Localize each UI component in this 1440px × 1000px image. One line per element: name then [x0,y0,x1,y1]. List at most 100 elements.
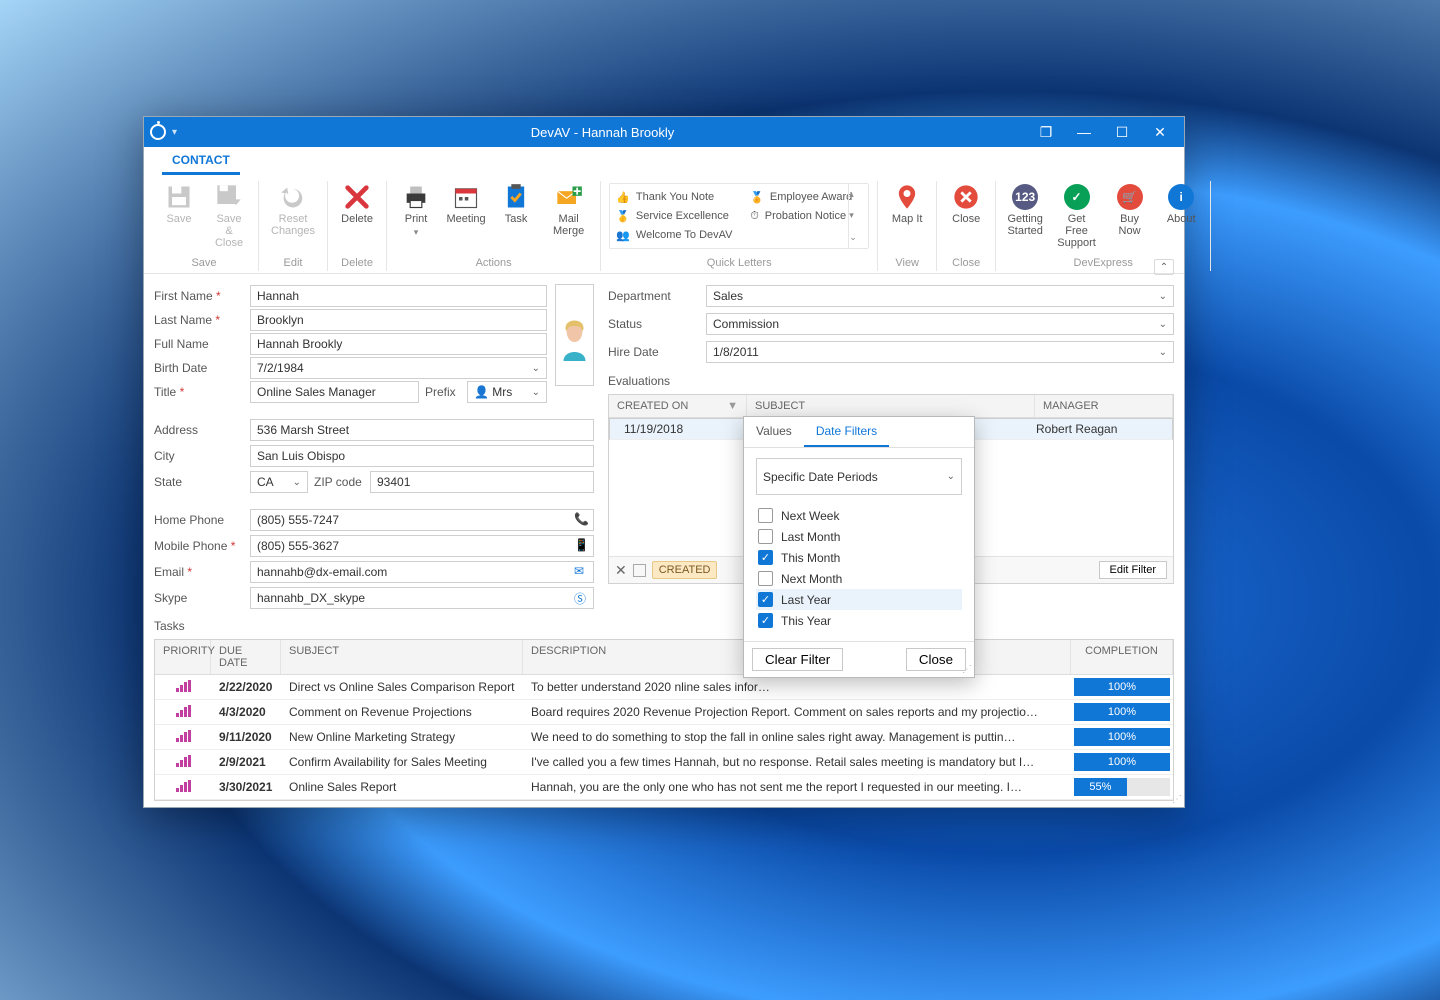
filter-toggle-checkbox[interactable] [633,564,646,577]
date-period-option[interactable]: ✓Last Year [756,589,962,610]
tab-date-filters[interactable]: Date Filters [804,417,889,447]
restore-down-dup-icon[interactable]: ❐ [1028,120,1064,144]
date-period-select[interactable]: Specific Date Periods⌄ [756,458,962,495]
close-popup-button[interactable]: Close [906,648,966,671]
mail-icon: ✉ [574,564,590,580]
zip-field[interactable] [370,471,594,493]
collapse-ribbon-button[interactable]: ⌃ [1154,259,1174,275]
col-priority[interactable]: PRIORITY [155,640,211,674]
resize-grip-icon[interactable]: ⋰ [1172,794,1182,805]
getting-started-button[interactable]: 123Getting Started [1002,181,1048,255]
reset-changes-button[interactable]: Reset Changes [265,181,321,255]
quick-letter-item[interactable]: 👥Welcome To DevAV [616,229,734,242]
getting-started-icon: 123 [1012,184,1038,210]
checkbox-icon [758,571,773,586]
checkbox-icon [758,529,773,544]
address-field[interactable] [250,419,594,441]
last-name-field[interactable] [250,309,547,331]
date-period-option[interactable]: Last Month [756,526,962,547]
home-phone-field[interactable] [250,509,594,531]
title-field[interactable] [250,381,419,403]
quick-letter-item[interactable]: 🥇Service Excellence [616,210,734,223]
meeting-button[interactable]: Meeting [443,181,489,255]
tab-values[interactable]: Values [744,417,804,447]
task-row[interactable]: 9/11/2020New Online Marketing StrategyWe… [155,725,1173,750]
save-button[interactable]: Save [156,181,202,255]
qat-customize-icon[interactable]: ▾ [172,127,177,138]
buy-now-button[interactable]: 🛒Buy Now [1105,181,1154,255]
print-button[interactable]: Print ▾ [393,181,439,255]
free-support-button[interactable]: ✓Get Free Support [1052,181,1101,255]
priority-bars-icon [176,705,191,717]
status-select[interactable]: Commission⌄ [706,313,1174,335]
task-button[interactable]: Task [493,181,539,255]
edit-filter-button[interactable]: Edit Filter [1099,561,1167,579]
city-field[interactable] [250,445,594,467]
filter-icon[interactable]: ▼ [727,400,738,412]
mobile-phone-field[interactable] [250,535,594,557]
quick-letters-gallery[interactable]: 👍Thank You Note 🏅Employee Award 🥇Service… [609,183,869,249]
award-icon: 🏅 [750,191,764,204]
skype-icon: Ⓢ [574,590,590,606]
full-name-field[interactable] [250,333,547,355]
clear-filter-icon[interactable]: ✕ [615,562,627,579]
minimize-button[interactable]: — [1066,120,1102,144]
completion-bar: 55% [1074,778,1127,796]
quick-letter-item[interactable]: 👍Thank You Note [616,191,734,204]
close-record-button[interactable]: Close [943,181,989,255]
task-row[interactable]: 2/9/2021Confirm Availability for Sales M… [155,750,1173,775]
col-created-on[interactable]: CREATED ON▼ [609,395,747,417]
col-due-date[interactable]: DUE DATE [211,640,281,674]
completion-bar: 100% [1074,728,1170,746]
close-circle-icon [952,183,980,211]
support-icon: ✓ [1064,184,1090,210]
skype-field[interactable] [250,587,594,609]
resize-grip-icon[interactable]: ⋰ [962,664,972,675]
task-row[interactable]: 2/22/2020Direct vs Online Sales Comparis… [155,675,1173,700]
chevron-down-icon: ⌄ [1159,291,1167,302]
completion-bar: 100% [1074,678,1170,696]
cart-icon: 🛒 [1117,184,1143,210]
email-field[interactable] [250,561,594,583]
date-period-option[interactable]: Next Month [756,568,962,589]
gallery-scroller[interactable]: ▴▾⌄ [848,184,868,248]
date-period-option[interactable]: ✓This Month [756,547,962,568]
first-name-field[interactable] [250,285,547,307]
priority-bars-icon [176,755,191,767]
mapit-button[interactable]: Map It [884,181,930,255]
state-select[interactable]: CA⌄ [250,471,308,493]
maximize-button[interactable]: ☐ [1104,120,1140,144]
delete-button[interactable]: Delete [334,181,380,255]
date-period-option[interactable]: ✓This Year [756,610,962,631]
prefix-select[interactable]: 👤 Mrs⌄ [467,381,547,403]
phone-icon: 📞 [574,512,590,528]
completion-bar: 100% [1074,753,1170,771]
contact-photo[interactable] [555,284,594,386]
col-task-subject[interactable]: SUBJECT [281,640,523,674]
mail-merge-button[interactable]: Mail Merge [543,181,594,255]
clear-filter-button[interactable]: Clear Filter [752,648,843,671]
chevron-down-icon: ⌄ [1159,319,1167,330]
chevron-down-icon: ⌄ [293,477,301,488]
birth-date-select[interactable]: 7/2/1984⌄ [250,357,547,379]
tasks-heading: Tasks [154,613,594,635]
col-completion[interactable]: COMPLETION [1071,640,1173,674]
save-close-button[interactable]: Save & Close [206,181,252,255]
col-subject[interactable]: SUBJECT [747,395,1035,417]
task-row[interactable]: 4/3/2020Comment on Revenue ProjectionsBo… [155,700,1173,725]
about-button[interactable]: iAbout [1158,181,1204,255]
checkbox-icon: ✓ [758,550,773,565]
alert-icon: ⏱ [750,210,759,223]
task-row[interactable]: 3/30/2021Online Sales ReportHannah, you … [155,775,1173,800]
col-manager[interactable]: MANAGER [1035,395,1173,417]
app-window: ▾ DevAV - Hannah Brookly ❐ — ☐ ✕ CONTACT… [143,116,1185,808]
filter-chip[interactable]: CREATED [652,561,718,579]
hire-date-select[interactable]: 1/8/2011⌄ [706,341,1174,363]
close-window-button[interactable]: ✕ [1142,120,1178,144]
department-select[interactable]: Sales⌄ [706,285,1174,307]
tab-contact[interactable]: CONTACT [162,147,240,175]
undo-icon [279,183,307,211]
priority-bars-icon [176,680,191,692]
evaluations-heading: Evaluations [608,368,1174,390]
date-period-option[interactable]: Next Week [756,505,962,526]
